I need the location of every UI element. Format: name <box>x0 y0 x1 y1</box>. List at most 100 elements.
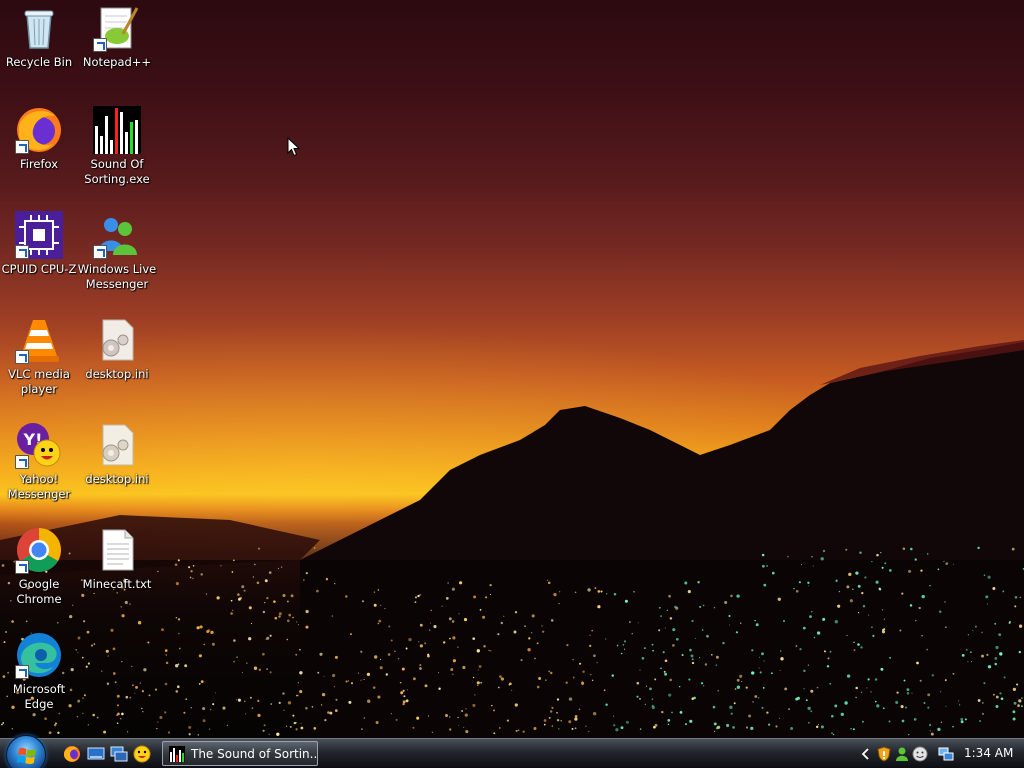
city-light <box>829 682 832 685</box>
city-light <box>802 626 806 630</box>
windows-live-messenger-icon-item[interactable]: Windows Live Messenger <box>78 211 156 292</box>
city-light <box>402 689 405 692</box>
city-light <box>558 728 560 730</box>
city-light <box>192 565 195 567</box>
city-light <box>116 592 118 594</box>
city-light <box>668 594 671 598</box>
city-light <box>402 700 406 704</box>
city-light <box>241 672 243 674</box>
city-light <box>177 618 181 621</box>
city-light <box>767 723 771 726</box>
quick-launch-show-desktop[interactable] <box>87 745 105 763</box>
city-light <box>483 645 486 648</box>
city-light <box>324 718 327 722</box>
firefox-icon-item[interactable]: Firefox <box>0 106 78 172</box>
city-light <box>226 724 228 726</box>
city-light <box>1016 683 1019 686</box>
city-light <box>269 671 272 674</box>
city-light <box>969 651 972 654</box>
city-light <box>1021 705 1023 707</box>
city-light <box>748 714 752 718</box>
city-light <box>915 620 917 622</box>
city-light <box>779 669 781 672</box>
microsoft-edge-icon-item[interactable]: Microsoft Edge <box>0 631 78 712</box>
start-button[interactable] <box>6 735 46 768</box>
city-light <box>321 692 326 697</box>
vlc-media-player-icon-item[interactable]: VLC media player <box>0 316 78 397</box>
city-light <box>840 712 844 717</box>
city-light <box>200 573 203 576</box>
taskbar-clock[interactable]: 1:34 AM <box>964 746 1013 760</box>
city-light <box>116 722 119 724</box>
city-light <box>388 625 391 628</box>
city-light <box>319 652 323 656</box>
shortcut-arrow-icon <box>15 245 29 259</box>
city-light <box>855 686 858 690</box>
sound-of-sorting-icon-item[interactable]: Sound Of Sorting.exe <box>78 106 156 187</box>
city-light <box>867 678 870 681</box>
city-light <box>278 615 281 618</box>
city-light <box>574 714 578 718</box>
city-light <box>883 618 886 620</box>
tray-yahoo[interactable] <box>912 746 928 762</box>
quick-launch-switch-windows[interactable] <box>110 745 128 763</box>
minecaft-txt-icon-item[interactable]: Minecaft.txt <box>78 526 156 592</box>
recycle-bin-icon <box>15 4 63 52</box>
google-chrome-icon-item[interactable]: Google Chrome <box>0 526 78 607</box>
city-light <box>325 578 329 581</box>
city-light <box>433 625 437 629</box>
tray-messenger[interactable] <box>894 746 910 762</box>
city-light <box>305 706 308 710</box>
city-light <box>506 719 509 722</box>
city-light <box>476 681 480 685</box>
city-light <box>452 636 456 640</box>
city-light <box>697 581 700 584</box>
city-light <box>715 664 718 666</box>
tray-network[interactable] <box>938 746 954 762</box>
city-light <box>589 634 591 636</box>
show-hidden-icons-button[interactable] <box>858 746 874 762</box>
city-light <box>159 715 163 720</box>
desktop-ini-1-icon-item[interactable]: desktop.ini <box>78 316 156 382</box>
cpuid-cpu-z-icon-item[interactable]: CPUID CPU-Z <box>0 211 78 277</box>
tray-security[interactable] <box>876 746 892 762</box>
city-light <box>286 638 289 641</box>
desktop-ini-2-icon-item[interactable]: desktop.ini <box>78 421 156 487</box>
city-light <box>998 633 1002 637</box>
city-light <box>810 710 813 713</box>
city-light <box>979 720 982 722</box>
city-light <box>198 654 202 658</box>
quick-launch-yahoo[interactable] <box>133 745 151 763</box>
quick-launch-firefox[interactable] <box>63 745 81 763</box>
city-light <box>663 670 666 673</box>
city-light <box>305 609 309 614</box>
city-light <box>574 717 578 721</box>
desktop[interactable]: Recycle Bin Firefox CPUID CPU-Z VLC medi… <box>0 0 1024 738</box>
notepad-plus-plus-icon-item[interactable]: Notepad++ <box>78 4 156 70</box>
city-light <box>480 681 482 684</box>
yahoo-messenger-icon-item[interactable]: Y! Yahoo! Messenger <box>0 421 78 502</box>
city-light <box>556 711 558 714</box>
city-light <box>745 726 749 729</box>
city-light <box>787 556 789 558</box>
city-light <box>754 619 756 622</box>
city-light <box>780 657 784 661</box>
city-light <box>999 692 1002 695</box>
city-light <box>82 697 84 699</box>
city-light <box>543 723 546 726</box>
city-light <box>921 594 925 599</box>
city-light <box>363 678 365 681</box>
taskbar-window-sound-of-sorting[interactable]: The Sound of Sortin... <box>162 741 318 766</box>
city-light <box>729 705 733 709</box>
city-light <box>589 644 592 648</box>
city-light <box>788 708 790 711</box>
city-light <box>983 574 986 576</box>
city-light <box>347 680 350 682</box>
city-light <box>377 622 380 625</box>
city-light <box>702 604 705 607</box>
city-light <box>611 674 614 677</box>
recycle-bin-icon-item[interactable]: Recycle Bin <box>0 4 78 70</box>
city-light <box>401 667 405 671</box>
city-light <box>691 619 694 623</box>
city-light <box>232 609 234 612</box>
